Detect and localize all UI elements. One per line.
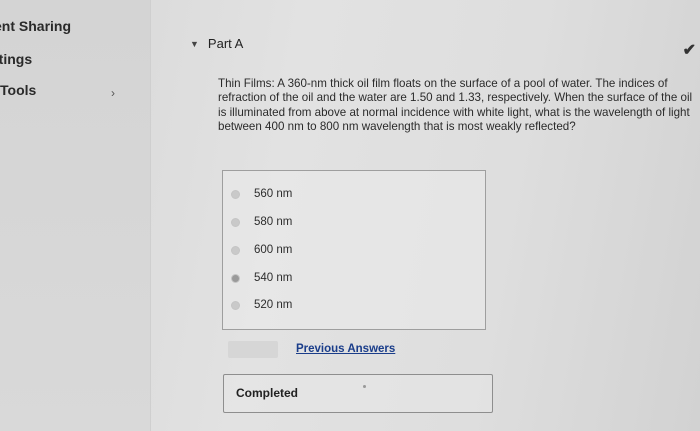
choice-label: 540 nm [254,272,293,284]
chevron-right-icon[interactable]: › [111,86,115,100]
sidebar-item-tools[interactable]: Tools [0,82,36,98]
question-text: Thin Films: A 360-nm thick oil film floa… [218,77,693,133]
part-a-header[interactable]: ▼ Part A [190,36,243,51]
choice-label: 520 nm [254,299,293,311]
radio-button-selected-icon[interactable] [231,273,240,283]
screen: ent Sharing ttings Tools › ▼ Part A ✔ Th… [0,0,700,431]
submit-button[interactable] [228,341,278,358]
sidebar-item-settings[interactable]: ttings [0,51,32,67]
previous-answers-link[interactable]: Previous Answers [296,343,395,355]
choice-600nm[interactable]: 600 nm [231,244,292,256]
choice-580nm[interactable]: 580 nm [231,216,292,228]
choice-label: 560 nm [254,188,293,200]
radio-button-icon[interactable] [231,300,240,310]
checkmark-icon: ✔ [682,42,696,59]
choice-label: 580 nm [254,216,293,228]
decorative-dot [363,385,366,388]
sidebar-item-content-sharing[interactable]: ent Sharing [0,18,71,34]
sidebar: ent Sharing ttings Tools › [0,0,151,431]
completed-label: Completed [236,386,299,400]
radio-button-icon[interactable] [231,245,240,255]
completed-status-box: Completed [223,374,493,413]
choice-520nm[interactable]: 520 nm [231,299,292,311]
choice-540nm[interactable]: 540 nm [231,272,292,284]
radio-button-icon[interactable] [231,217,240,227]
choice-560nm[interactable]: 560 nm [231,188,292,200]
part-title: Part A [207,36,244,51]
choice-label: 600 nm [254,244,293,256]
radio-button-icon[interactable] [231,189,240,199]
caret-down-icon: ▼ [190,38,199,49]
main-content: ▼ Part A ✔ Thin Films: A 360-nm thick oi… [150,0,700,431]
answer-choices: 560 nm 580 nm 600 nm 540 nm 520 nm [222,170,486,330]
